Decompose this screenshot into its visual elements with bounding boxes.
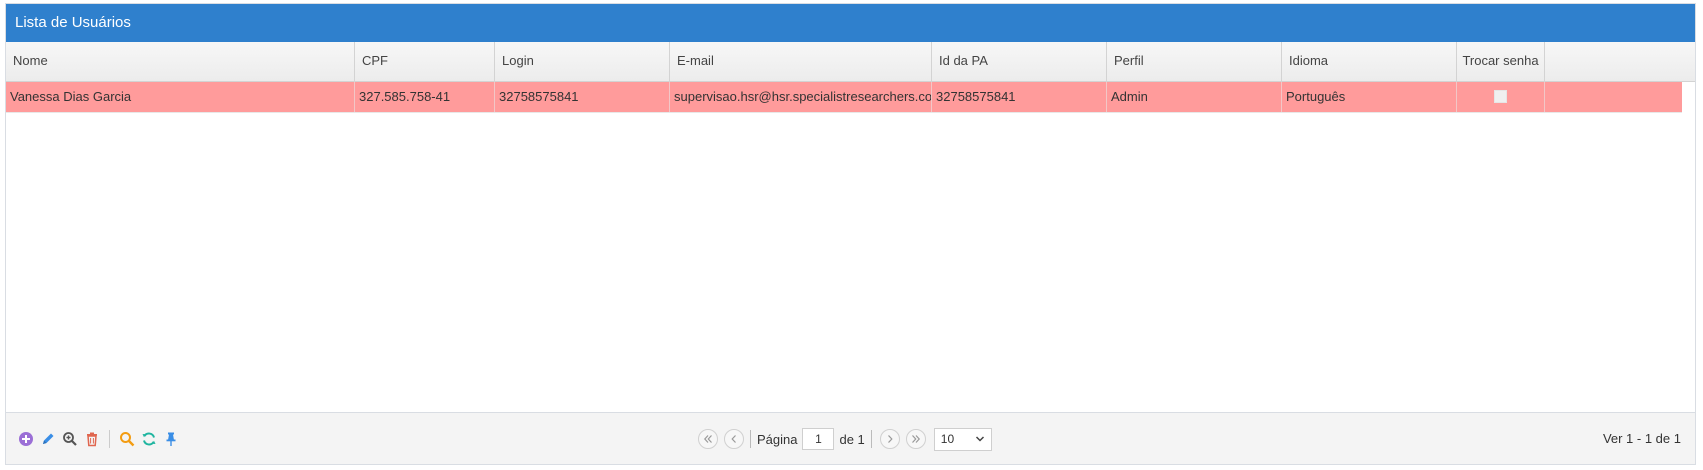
cell-cpf: 327.585.758-41 xyxy=(355,82,495,112)
chevron-down-icon xyxy=(975,436,984,442)
column-header-perfil[interactable]: Perfil xyxy=(1107,42,1282,81)
edit-icon[interactable] xyxy=(40,431,56,447)
view-icon[interactable] xyxy=(62,431,78,447)
add-icon[interactable] xyxy=(18,431,34,447)
chevron-right-icon xyxy=(887,435,893,443)
double-chevron-right-icon xyxy=(911,435,920,443)
chevron-left-icon xyxy=(731,435,736,443)
cell-nome: Vanessa Dias Garcia xyxy=(6,82,355,112)
last-page-button[interactable] xyxy=(905,429,926,449)
double-chevron-left-icon xyxy=(703,435,712,443)
trocar-senha-checkbox[interactable] xyxy=(1494,90,1507,104)
cell-id-pa: 32758575841 xyxy=(932,82,1107,112)
pager-separator xyxy=(750,430,751,448)
pager-navigation: Página de 1 10 xyxy=(698,427,992,451)
rows-per-page-value: 10 xyxy=(940,432,955,446)
next-page-button[interactable] xyxy=(879,429,900,449)
pin-icon[interactable] xyxy=(163,431,179,447)
cell-idioma: Português xyxy=(1282,82,1457,112)
page-total-label: de 1 xyxy=(839,431,865,447)
cell-trocar-senha xyxy=(1457,82,1545,112)
column-header-nome[interactable]: Nome xyxy=(6,42,355,81)
refresh-icon[interactable] xyxy=(141,431,157,447)
rows-per-page-select[interactable]: 10 xyxy=(933,427,992,451)
grid-header: Nome CPF Login E-mail Id da PA Perfil Id… xyxy=(6,42,1695,82)
column-header-id-pa[interactable]: Id da PA xyxy=(932,42,1107,81)
pager-record-info: Ver 1 - 1 de 1 xyxy=(1602,431,1681,446)
column-header-cpf[interactable]: CPF xyxy=(355,42,495,81)
toolbar-separator xyxy=(109,430,110,448)
delete-icon[interactable] xyxy=(84,431,100,447)
table-row[interactable]: Vanessa Dias Garcia 327.585.758-41 32758… xyxy=(6,82,1682,113)
column-header-email[interactable]: E-mail xyxy=(670,42,932,81)
column-header-idioma[interactable]: Idioma xyxy=(1282,42,1457,81)
pager-toolbar xyxy=(18,430,179,448)
page-number-input[interactable] xyxy=(802,428,835,450)
grid-caption: Lista de Usuários xyxy=(6,4,1695,42)
cell-perfil: Admin xyxy=(1107,82,1282,112)
search-icon[interactable] xyxy=(119,431,135,447)
prev-page-button[interactable] xyxy=(724,429,744,449)
cell-login: 32758575841 xyxy=(495,82,670,112)
column-header-trocar-senha[interactable]: Trocar senha xyxy=(1457,42,1545,81)
users-grid: Lista de Usuários Nome CPF Login E-mail … xyxy=(5,3,1696,465)
cell-email: supervisao.hsr@hsr.specialistresearchers… xyxy=(670,82,932,112)
pager-separator xyxy=(870,430,872,448)
first-page-button[interactable] xyxy=(698,429,718,449)
header-scroll-spacer xyxy=(1545,42,1695,81)
page-label: Página xyxy=(757,431,798,447)
grid-pager: Página de 1 10 Ver 1 - 1 de 1 xyxy=(6,412,1695,464)
column-header-login[interactable]: Login xyxy=(495,42,670,81)
